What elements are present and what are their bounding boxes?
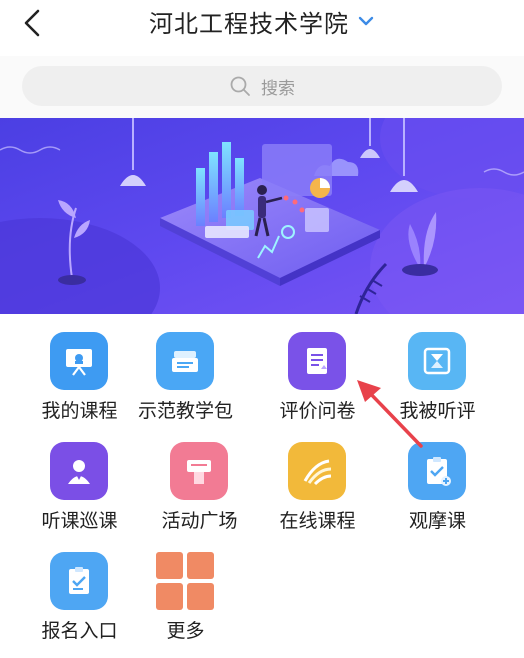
- menu-item-label: 评价问卷: [279, 400, 356, 422]
- online-course-icon: [288, 442, 346, 500]
- registration-clipboard-icon: [50, 552, 108, 610]
- menu-item-activity-square[interactable]: 活动广场: [134, 424, 265, 532]
- menu-item-online-courses[interactable]: 在线课程: [252, 424, 383, 532]
- menu-item-observation-class[interactable]: 观摩课: [372, 424, 503, 532]
- menu-item-demo-package[interactable]: 示范教学包: [120, 314, 251, 422]
- podium-icon: [170, 442, 228, 500]
- banner-image[interactable]: [0, 118, 524, 314]
- menu-item-class-inspection[interactable]: 听课巡课: [14, 424, 145, 532]
- menu-item-label: 更多: [166, 620, 205, 642]
- clipboard-check-icon: [408, 442, 466, 500]
- banner-illustration: [0, 118, 524, 314]
- search-icon: [230, 76, 250, 96]
- hourglass-frame-icon: [408, 332, 466, 390]
- menu-grid: 我的课程 示范教学包 评价问卷 我被听评 听课巡课 活动广场 在线课程 观摩课 …: [0, 314, 524, 658]
- chevron-down-icon: [358, 16, 374, 26]
- top-bar: 河北工程技术学院: [0, 0, 524, 56]
- menu-item-evaluation-survey[interactable]: 评价问卷: [252, 314, 383, 422]
- menu-item-being-evaluated[interactable]: 我被听评: [372, 314, 503, 422]
- menu-item-label: 听课巡课: [41, 510, 118, 532]
- more-grid-icon: [156, 552, 214, 610]
- menu-item-label: 示范教学包: [137, 400, 233, 422]
- survey-document-icon: [288, 332, 346, 390]
- menu-item-label: 我被听评: [399, 400, 476, 422]
- menu-item-more[interactable]: 更多: [120, 534, 251, 642]
- teacher-profile-icon: [50, 442, 108, 500]
- page-title: 河北工程技术学院: [149, 9, 349, 38]
- presentation-board-icon: [50, 332, 108, 390]
- package-stack-icon: [156, 332, 214, 390]
- title-dropdown[interactable]: 河北工程技术学院: [0, 4, 524, 38]
- search-placeholder: 搜索: [261, 78, 295, 99]
- menu-item-label: 在线课程: [279, 510, 356, 532]
- menu-item-label: 观摩课: [408, 510, 466, 532]
- search-area: 搜索: [0, 56, 524, 118]
- menu-item-label: 活动广场: [161, 510, 238, 532]
- search-input[interactable]: 搜索: [22, 66, 502, 106]
